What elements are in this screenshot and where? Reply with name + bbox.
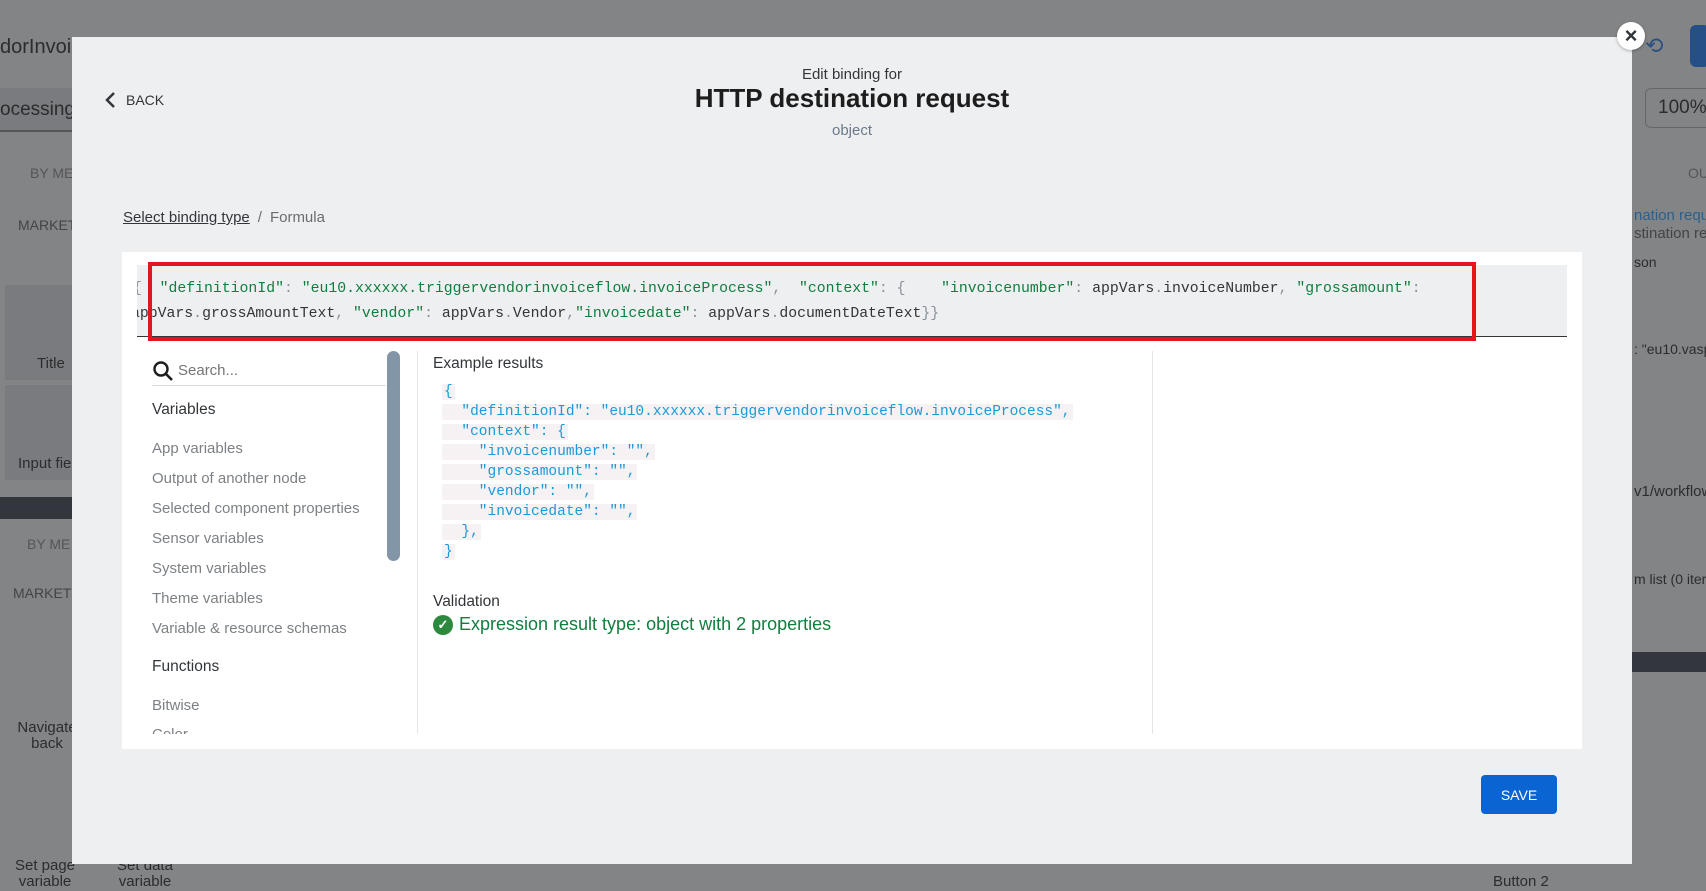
example-results-label: Example results	[433, 355, 544, 372]
component-set-page-variable[interactable]: Set page variable	[12, 858, 78, 890]
example-code-line: {	[442, 382, 1073, 402]
scrollbar[interactable]	[387, 351, 400, 561]
right-field: son	[1634, 254, 1657, 270]
example-results-code: { "definitionId": "eu10.xxxxxx.triggerve…	[442, 382, 1073, 562]
check-circle-icon: ✓	[433, 614, 453, 635]
close-icon[interactable]: ×	[1617, 22, 1645, 50]
validation-message: ✓ Expression result type: object with 2 …	[433, 614, 831, 635]
example-code-text: "invoicedate": "",	[442, 504, 638, 520]
component-input-field[interactable]: Input fie	[18, 455, 71, 472]
list-item-selected-component-properties[interactable]: Selected component properties	[152, 500, 360, 517]
tab-by-me[interactable]: BY ME	[30, 165, 73, 181]
example-code-text: "definitionId": "eu10.xxxxxx.triggervend…	[442, 404, 1073, 420]
list-item-theme-variables[interactable]: Theme variables	[152, 590, 263, 607]
example-code-line: },	[442, 522, 1073, 542]
example-code-text: {	[442, 384, 455, 400]
component-navigate-back[interactable]: Navigate back	[17, 720, 77, 752]
zoom-level[interactable]: 100%	[1645, 88, 1706, 128]
example-code-line: "vendor": "",	[442, 482, 1073, 502]
example-code-line: }	[442, 542, 1073, 562]
example-code-text: "invoicenumber": "",	[442, 444, 655, 460]
breadcrumb-separator: /	[257, 209, 262, 226]
list-item-color[interactable]: Color	[152, 726, 188, 734]
app-title: dorInvoic	[0, 36, 82, 58]
example-code-text: "context": {	[442, 424, 568, 440]
example-code-text: }	[442, 544, 455, 560]
binding-type: object	[831, 122, 873, 139]
dialog-subtitle: Edit binding for	[801, 66, 903, 83]
example-code-line: "invoicenumber": "",	[442, 442, 1073, 462]
list-item-sensor-variables[interactable]: Sensor variables	[152, 530, 264, 547]
right-link-2: stination re	[1634, 225, 1706, 242]
component-title[interactable]: Title	[37, 355, 65, 372]
section-variables: Variables	[152, 401, 216, 418]
example-code-line: "invoicedate": "",	[442, 502, 1073, 522]
right-tab[interactable]: OU	[1688, 165, 1706, 181]
tab-by-me-2[interactable]: BY ME	[27, 536, 70, 552]
page-selector[interactable]: ocessing	[0, 99, 75, 121]
right-field-3[interactable]: v1/workflow	[1634, 483, 1706, 500]
right-field-2[interactable]: : "eu10.vasp	[1634, 341, 1706, 357]
dialog-title: HTTP destination request	[694, 83, 1010, 113]
tree-item-button-2[interactable]: Button 2	[1493, 873, 1549, 890]
list-item-variable-resource-schemas[interactable]: Variable & resource schemas	[152, 620, 347, 637]
example-code-text: "grossamount": "",	[442, 464, 638, 480]
list-item-system-variables[interactable]: System variables	[152, 560, 266, 577]
tab-marketplace-2[interactable]: MARKETP	[13, 585, 81, 601]
binding-source-list: Variables App variables Output of anothe…	[152, 351, 382, 734]
list-item-bitwise[interactable]: Bitwise	[152, 697, 200, 714]
example-code-line: "context": {	[442, 422, 1073, 442]
column-divider-right	[1152, 351, 1153, 734]
history-icon[interactable]: ⟲	[1645, 33, 1663, 59]
example-code-text: },	[442, 524, 481, 540]
example-code-line: "definitionId": "eu10.xxxxxx.triggervend…	[442, 402, 1073, 422]
breadcrumb-select-binding-type[interactable]: Select binding type	[123, 209, 250, 226]
tab-marketplace[interactable]: MARKET	[18, 217, 76, 233]
right-link[interactable]: nation reque	[1634, 207, 1706, 224]
example-code-line: "grossamount": "",	[442, 462, 1073, 482]
save-button[interactable]: SAVE	[1481, 775, 1557, 814]
breadcrumb: Select binding type / Formula	[123, 209, 325, 226]
breadcrumb-current: Formula	[269, 209, 325, 226]
example-code-text: "vendor": "",	[442, 484, 594, 500]
validation-label: Validation	[433, 593, 500, 610]
section-functions: Functions	[152, 658, 220, 675]
validation-text: Expression result type: object with 2 pr…	[459, 614, 832, 634]
right-field-4[interactable]: m list (0 iter	[1634, 571, 1706, 587]
highlight-box	[148, 262, 1476, 341]
list-item-output-of-another-node[interactable]: Output of another node	[152, 470, 306, 487]
column-divider	[417, 351, 418, 734]
list-item-app-variables[interactable]: App variables	[152, 440, 243, 457]
